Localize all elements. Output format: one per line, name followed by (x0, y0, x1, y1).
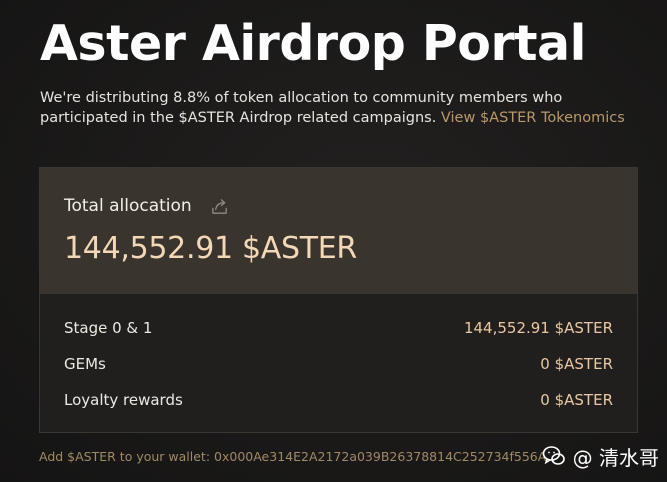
tokenomics-link[interactable]: View $ASTER Tokenomics (441, 110, 625, 126)
row-value: 0 $ASTER (540, 355, 613, 373)
row-value: 144,552.91 $ASTER (463, 319, 613, 337)
allocation-card: Total allocation 144,552.91 $ASTER Stage… (39, 167, 638, 433)
row-value: 0 $ASTER (540, 391, 613, 409)
page-description: We're distributing 8.8% of token allocat… (40, 88, 640, 128)
watermark: @ 清水哥 (541, 441, 659, 471)
weixin-icon (542, 446, 565, 465)
watermark-text: @ 清水哥 (572, 445, 659, 470)
total-allocation-label: Total allocation (64, 196, 192, 216)
breakdown-row-gems: GEMs 0 $ASTER (64, 353, 613, 375)
share-icon[interactable] (210, 197, 229, 216)
row-label: Stage 0 & 1 (64, 319, 153, 337)
breakdown-row-loyalty: Loyalty rewards 0 $ASTER (64, 389, 613, 411)
breakdown-row-stage: Stage 0 & 1 144,552.91 $ASTER (64, 317, 613, 339)
total-allocation-value: 144,552.91 $ASTER (64, 231, 357, 266)
add-to-wallet-link[interactable]: Add $ASTER to your wallet: 0x000Ae314E2A… (39, 448, 546, 466)
allocation-header: Total allocation 144,552.91 $ASTER (40, 168, 637, 294)
row-label: Loyalty rewards (64, 391, 183, 409)
row-label: GEMs (64, 355, 106, 373)
page-title: Aster Airdrop Portal (40, 15, 586, 72)
